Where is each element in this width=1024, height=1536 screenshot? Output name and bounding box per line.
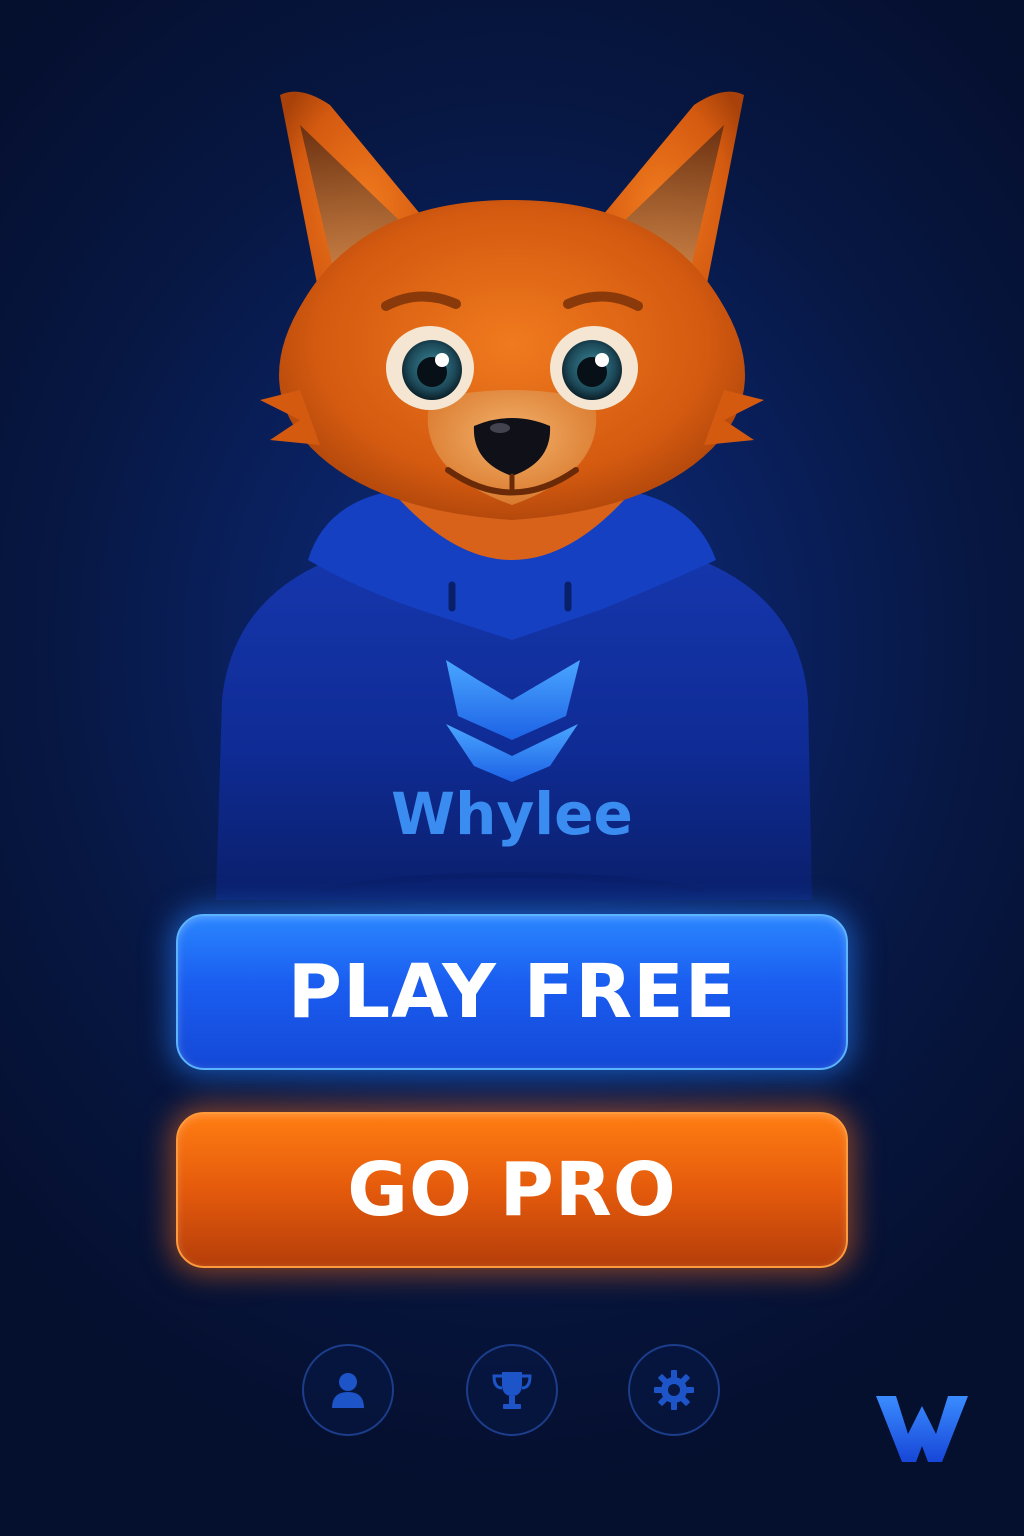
brand-logo-icon bbox=[876, 1396, 968, 1462]
play-free-label: PLAY FREE bbox=[287, 949, 737, 1035]
trophy-button[interactable] bbox=[466, 1344, 558, 1436]
profile-button[interactable] bbox=[302, 1344, 394, 1436]
play-free-button[interactable]: PLAY FREE bbox=[176, 914, 848, 1070]
profile-icon bbox=[332, 1373, 364, 1408]
hoodie-brand-text: Whylee bbox=[391, 780, 633, 848]
go-pro-button[interactable]: GO PRO bbox=[176, 1112, 848, 1268]
fox-mascot-illustration: Whylee bbox=[216, 91, 812, 900]
go-pro-label: GO PRO bbox=[347, 1147, 677, 1233]
bottom-nav bbox=[302, 1344, 722, 1440]
settings-icon bbox=[654, 1370, 694, 1410]
settings-button[interactable] bbox=[628, 1344, 720, 1436]
trophy-icon bbox=[492, 1372, 532, 1409]
